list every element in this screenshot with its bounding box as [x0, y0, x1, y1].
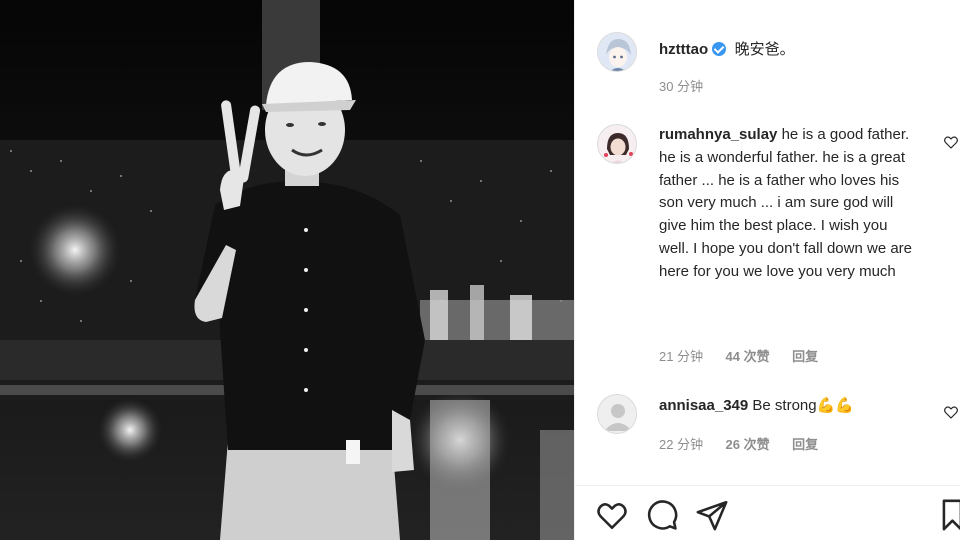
actions-divider [575, 485, 960, 486]
bookmark-icon[interactable] [941, 498, 960, 532]
commenter-avatar[interactable] [597, 124, 637, 164]
night-city-photo [0, 0, 574, 540]
comment-likes-count[interactable]: 26 次赞 [726, 437, 770, 452]
commenter-avatar[interactable] [597, 394, 637, 434]
comment-body: annisaa_349 Be strong💪💪 [659, 394, 919, 418]
heart-icon[interactable] [943, 404, 959, 420]
author-avatar[interactable] [597, 32, 637, 72]
comment-timestamp[interactable]: 22 分钟 [659, 437, 703, 452]
comment-likes-count[interactable]: 44 次赞 [726, 349, 770, 364]
verified-badge-icon [712, 42, 727, 56]
heart-icon[interactable] [595, 498, 629, 532]
post-photo[interactable] [0, 0, 574, 540]
anime-avatar-icon [598, 33, 636, 71]
post-action-bar [595, 498, 960, 532]
send-icon[interactable] [695, 498, 729, 532]
author-username[interactable]: hztttao [659, 41, 708, 58]
flexed-biceps-emoji: 💪💪 [816, 396, 854, 414]
comment-meta: 22 分钟 26 次赞 回复 [659, 434, 836, 454]
reply-button[interactable]: 回复 [792, 437, 818, 452]
comment-icon[interactable] [645, 498, 679, 532]
post-header: hztttao 晚安爸。 [597, 32, 957, 80]
comment-item: annisaa_349 Be strong💪💪 22 分钟 26 次赞 回复 [597, 394, 959, 454]
girl-avatar-icon [598, 125, 636, 163]
post-timestamp[interactable]: 30 分钟 [659, 76, 703, 95]
commenter-username[interactable]: rumahnya_sulay [659, 126, 777, 143]
default-avatar-icon [598, 395, 636, 433]
heart-icon[interactable] [943, 134, 959, 150]
commenter-username[interactable]: annisaa_349 [659, 397, 748, 414]
comment-meta: 21 分钟 44 次赞 回复 [659, 346, 836, 366]
comment-timestamp[interactable]: 21 分钟 [659, 349, 703, 364]
comment-body: rumahnya_sulay he is a good father. he i… [659, 124, 919, 284]
post-caption: 晚安爸。 [734, 41, 795, 58]
comment-text: he is a good father. he is a wonderful f… [659, 126, 913, 280]
post-side-panel: hztttao 晚安爸。 30 分钟 rumahnya_sulay he is … [574, 0, 960, 540]
comment-item: rumahnya_sulay he is a good father. he i… [597, 124, 959, 366]
reply-button[interactable]: 回复 [792, 349, 818, 364]
comment-text: Be strong [752, 397, 817, 414]
